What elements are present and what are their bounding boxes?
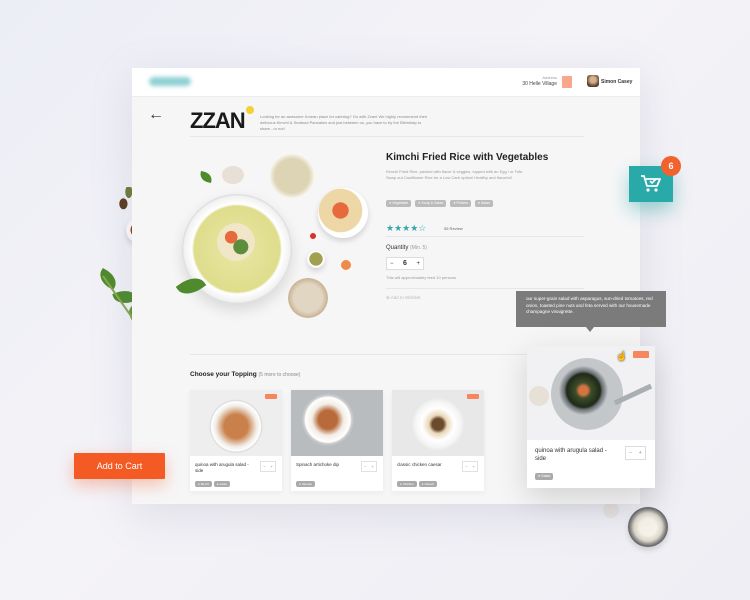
seed-bowl-image <box>307 250 325 268</box>
new-badge <box>265 394 277 399</box>
side-bowl-image <box>529 386 549 406</box>
address-label: Address <box>542 75 557 80</box>
plus-button[interactable]: + <box>416 261 420 267</box>
tag-chip[interactable]: ● Asian <box>213 481 230 487</box>
feeds-note: This will approximately feed 10 persons <box>386 275 457 280</box>
topping-name: classic chicken caesar <box>397 462 442 467</box>
wishlist-link[interactable]: ⊕ Add to Wishlist <box>386 295 421 301</box>
back-arrow-icon[interactable]: ← <box>148 106 164 124</box>
divider <box>190 136 584 137</box>
divider <box>190 354 584 355</box>
user-name[interactable]: Simon Casey <box>601 79 632 85</box>
topping-tags: ● Be Fit ● Asian <box>195 481 230 487</box>
skillet-image <box>551 358 623 430</box>
topping-tags: ● Sample <box>296 481 315 487</box>
topping-card[interactable]: classic chicken caesar − + ● Chicken ● Cl… <box>392 390 484 491</box>
product-description: Kimchi Fried Rice, packed with flavor & … <box>386 169 524 180</box>
topping-name: quinoa with arugula salad - side <box>195 462 249 473</box>
tag-chip[interactable]: ● Be Fit <box>195 481 212 487</box>
product-title: Kimchi Fried Rice with Vegetables <box>386 152 549 163</box>
quantity-value[interactable]: 6 <box>403 260 407 267</box>
description-tooltip: our super-grain salad with asparagus, su… <box>516 291 666 327</box>
quantity-label: Quantity (Min. 5) <box>386 245 427 251</box>
app-logo[interactable] <box>149 77 191 86</box>
topping-image <box>392 390 484 456</box>
quantity-stepper[interactable]: − 6 + <box>386 257 424 270</box>
featured-topping-stepper[interactable]: − + <box>625 446 646 460</box>
tag-chip[interactable]: ● Chicken <box>397 481 417 487</box>
new-badge <box>467 394 479 399</box>
tag-chip[interactable]: ● Sample <box>296 481 315 487</box>
top-bar: Address 30 Helle Village Simon Casey <box>132 68 640 97</box>
cutting-board-image <box>288 278 328 318</box>
topping-card[interactable]: quinoa with arugula salad - side − + ● Be… <box>190 390 282 491</box>
restaurant-logo: ZZAN <box>190 108 246 133</box>
restaurant-intro: Looking for an awesome Korean place for … <box>260 114 428 131</box>
tomato-image <box>341 260 351 270</box>
topping-stepper[interactable]: − + <box>361 461 377 472</box>
plus-circle-icon: ⊕ <box>386 295 390 300</box>
cart-count-badge: 6 <box>661 156 681 176</box>
tooltip-arrow <box>586 327 594 332</box>
logo-badge-icon <box>246 106 254 114</box>
add-to-cart-button[interactable]: Add to Cart <box>74 453 165 479</box>
pointer-icon: ☝ <box>616 351 628 361</box>
topping-image <box>291 390 383 456</box>
new-badge <box>633 351 649 358</box>
topping-stepper[interactable]: − + <box>462 461 478 472</box>
avatar[interactable] <box>587 75 599 87</box>
cart-icon <box>641 175 661 192</box>
tag-chip[interactable]: ● Asian <box>474 200 494 207</box>
tag-chip[interactable]: ● Soup & Salad <box>415 200 447 207</box>
topping-image <box>190 390 282 456</box>
tag-chip[interactable]: ● Protein <box>450 200 471 207</box>
featured-topping-name: quinoa with arugula salad - side <box>535 448 607 462</box>
topping-name: Spinach artichoke dip <box>296 462 340 467</box>
garlic-image <box>603 502 619 518</box>
grain-image <box>270 154 314 198</box>
featured-topping-card[interactable]: ☝ quinoa with arugula salad - side − + ● … <box>527 346 655 488</box>
divider <box>386 236 584 237</box>
divider <box>386 288 584 289</box>
location-button[interactable] <box>562 76 572 88</box>
basil-leaf-image <box>199 171 213 183</box>
garlic-image <box>222 166 244 184</box>
tag-chip[interactable]: ● Vegetable <box>386 200 412 207</box>
review-count[interactable]: 55 Review <box>444 226 463 231</box>
address-value[interactable]: 30 Helle Village <box>522 81 557 87</box>
minus-button[interactable]: − <box>390 261 394 267</box>
topping-stepper[interactable]: − + <box>260 461 276 472</box>
rating-stars: ★★★★☆ <box>386 223 427 233</box>
tag-chip[interactable]: ● Salad <box>535 473 554 480</box>
featured-topping-image: ☝ <box>527 346 655 440</box>
topping-tags: ● Chicken ● Classic <box>397 481 438 487</box>
dish-garnish <box>212 218 260 266</box>
feta-bowl-image <box>628 507 668 547</box>
berry-image <box>310 233 316 239</box>
product-tags: ● Vegetable ● Soup & Salad ● Protein ● A… <box>386 200 494 207</box>
toppings-title: Choose your Topping (5 more to choose) <box>190 371 301 378</box>
tag-chip[interactable]: ● Classic <box>418 481 438 487</box>
topping-card[interactable]: Spinach artichoke dip − + ● Sample <box>291 390 383 491</box>
shrimp-bowl-image <box>318 188 368 238</box>
